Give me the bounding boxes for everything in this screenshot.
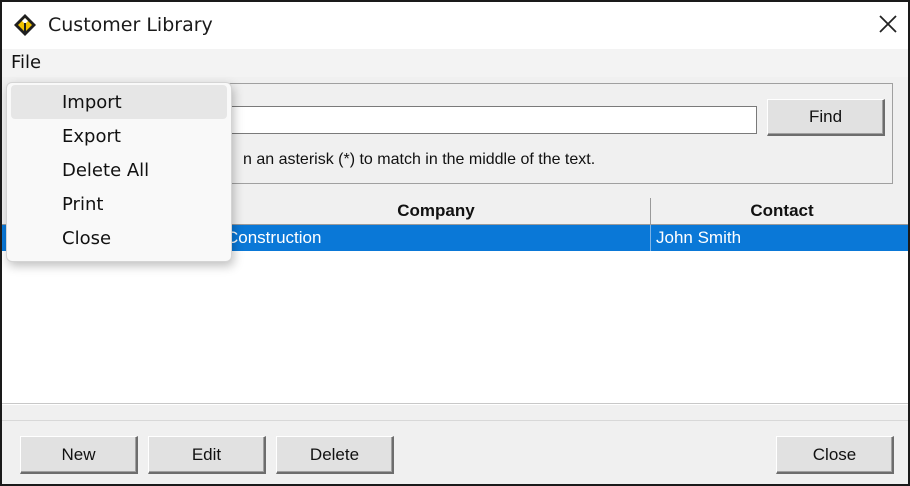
menu-item-import[interactable]: Import bbox=[11, 85, 227, 119]
menu-item-print[interactable]: Print bbox=[11, 187, 227, 221]
menu-item-delete-all[interactable]: Delete All bbox=[11, 153, 227, 187]
window-title: Customer Library bbox=[48, 14, 213, 36]
new-button[interactable]: New bbox=[20, 436, 138, 474]
menu-bar: File bbox=[2, 49, 908, 77]
search-hint: n an asterisk (*) to match in the middle… bbox=[243, 151, 596, 168]
delete-button[interactable]: Delete bbox=[276, 436, 394, 474]
cell-company: Construction bbox=[226, 228, 322, 247]
column-contact[interactable]: Contact bbox=[651, 198, 908, 224]
column-company[interactable]: Company bbox=[222, 198, 650, 224]
find-button[interactable]: Find bbox=[767, 99, 885, 136]
customer-library-window: Customer Library File Find n an asterisk… bbox=[0, 0, 910, 486]
menu-item-close[interactable]: Close bbox=[11, 221, 227, 255]
close-button[interactable]: Close bbox=[776, 436, 894, 474]
menu-file[interactable]: File bbox=[11, 52, 41, 73]
edit-button[interactable]: Edit bbox=[148, 436, 266, 474]
search-input[interactable] bbox=[229, 106, 757, 134]
close-icon[interactable] bbox=[874, 10, 902, 38]
divider bbox=[2, 420, 908, 421]
menu-item-export[interactable]: Export bbox=[11, 119, 227, 153]
cell-divider bbox=[650, 225, 651, 251]
title-bar: Customer Library bbox=[2, 2, 908, 46]
divider bbox=[2, 403, 908, 404]
cell-contact: John Smith bbox=[656, 228, 742, 247]
diamond-app-icon bbox=[14, 14, 36, 36]
file-menu-dropdown: Import Export Delete All Print Close bbox=[6, 82, 232, 262]
